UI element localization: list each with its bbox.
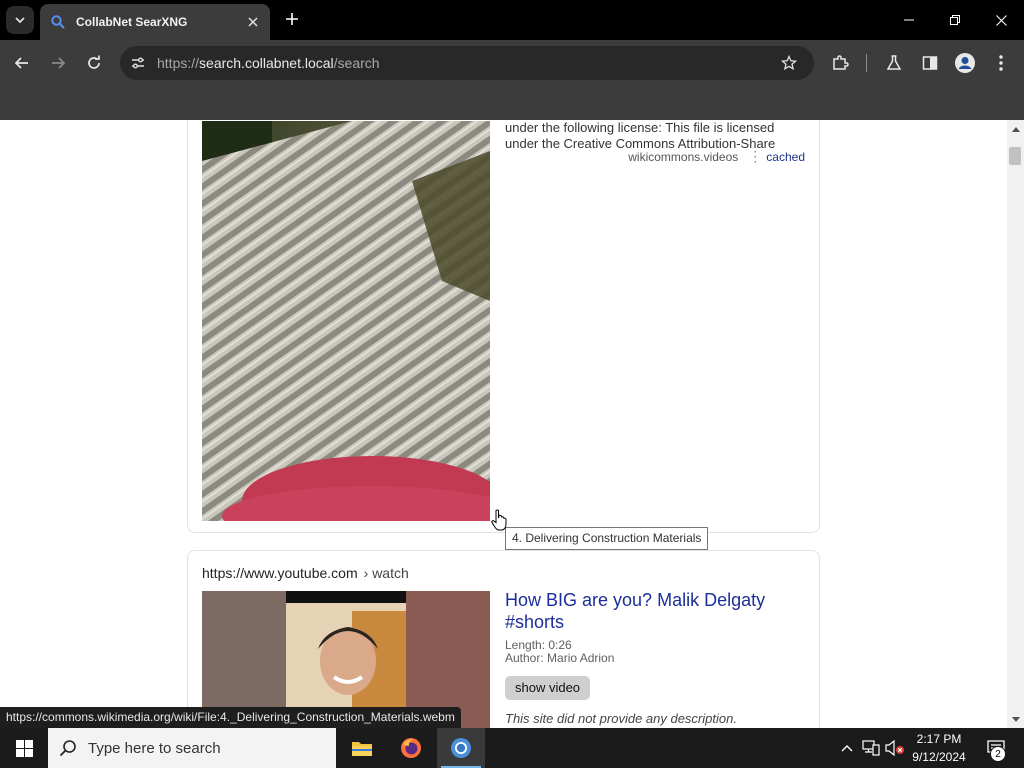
- network-icon[interactable]: [860, 728, 882, 768]
- cached-link[interactable]: cached: [766, 150, 805, 164]
- chevron-down-icon: [15, 17, 25, 24]
- video-length: Length: 0:26: [505, 638, 572, 652]
- restore-icon[interactable]: [932, 0, 978, 40]
- scrollbar-thumb[interactable]: [1009, 147, 1021, 165]
- searxng-favicon-icon: [50, 14, 66, 30]
- chrome-icon[interactable]: [437, 728, 485, 768]
- browser-titlebar: CollabNet SearXNG: [0, 0, 1024, 40]
- result-url[interactable]: https://www.youtube.com › watch: [202, 565, 409, 581]
- show-video-button[interactable]: show video: [505, 676, 591, 700]
- page-scrollbar[interactable]: [1007, 120, 1024, 728]
- windows-start-icon[interactable]: [0, 728, 48, 768]
- scroll-down-arrow-icon[interactable]: [1007, 711, 1024, 728]
- taskbar-search-box[interactable]: Type here to search: [48, 728, 336, 768]
- volume-muted-icon[interactable]: [884, 728, 906, 768]
- taskbar-clock[interactable]: 2:17 PM 9/12/2024: [908, 730, 970, 766]
- labs-flask-icon[interactable]: [883, 52, 905, 74]
- video-thumbnail-construction[interactable]: [202, 121, 490, 521]
- show-hidden-icons-chevron-icon[interactable]: [838, 728, 856, 768]
- window-close-icon[interactable]: [978, 0, 1024, 40]
- separator-dots-icon: ⋮: [748, 148, 763, 164]
- notification-count-badge: 2: [990, 746, 1006, 762]
- file-explorer-icon[interactable]: [338, 728, 386, 768]
- result-meta: wikicommons.videos ⋮ cached: [628, 148, 805, 165]
- kebab-menu-icon[interactable]: [990, 52, 1012, 74]
- tab-collabnet-searxng[interactable]: CollabNet SearXNG: [40, 4, 270, 40]
- result-description: This site did not provide any descriptio…: [505, 711, 737, 726]
- firefox-icon[interactable]: [387, 728, 435, 768]
- reload-icon[interactable]: [80, 49, 108, 77]
- windows-taskbar: Type here to search 2:17 PM 9/12/2024: [0, 728, 1024, 768]
- tab-title: CollabNet SearXNG: [76, 15, 188, 29]
- url-host: search.collabnet.local: [199, 55, 334, 71]
- scroll-up-arrow-icon[interactable]: [1007, 120, 1024, 137]
- back-arrow-icon[interactable]: [8, 49, 36, 77]
- status-bar-url: https://commons.wikimedia.org/wiki/File:…: [0, 707, 461, 728]
- side-panel-icon[interactable]: [919, 52, 941, 74]
- site-info-icon[interactable]: [126, 51, 150, 75]
- bookmark-star-icon[interactable]: [778, 52, 800, 74]
- clock-date: 9/12/2024: [912, 750, 966, 764]
- link-tooltip: 4. Delivering Construction Materials: [505, 527, 709, 550]
- tab-close-icon[interactable]: [244, 13, 262, 31]
- result-title-link[interactable]: How BIG are you? Malik Delgaty #shorts: [505, 589, 805, 633]
- result-card-wikicommons: under the following license: This file i…: [187, 120, 820, 533]
- address-bar[interactable]: https://search.collabnet.local/search: [120, 46, 814, 80]
- result-url-host: https://www.youtube.com: [202, 565, 358, 581]
- taskbar-search-placeholder: Type here to search: [88, 739, 221, 757]
- thumbnail-image: [202, 121, 490, 521]
- profile-avatar-icon[interactable]: [954, 52, 976, 74]
- url-path: /search: [333, 55, 380, 71]
- result-url-path: › watch: [363, 565, 409, 581]
- url-scheme: https://: [157, 55, 200, 71]
- bookmark-bar: [0, 86, 1024, 120]
- new-tab-plus-icon[interactable]: [281, 8, 303, 30]
- tab-search-button[interactable]: [6, 6, 34, 34]
- toolbar-separator: [866, 54, 867, 72]
- extensions-puzzle-icon[interactable]: [829, 52, 851, 74]
- browser-toolbar: https://search.collabnet.local/search: [0, 40, 1024, 86]
- hand-pointer-cursor-icon: [491, 509, 507, 531]
- minimize-icon[interactable]: [886, 0, 932, 40]
- clock-time: 2:17 PM: [916, 732, 962, 746]
- result-engine: wikicommons.videos: [628, 149, 739, 164]
- page-viewport: under the following license: This file i…: [0, 120, 1007, 728]
- video-author: Author: Mario Adrion: [505, 651, 615, 665]
- forward-arrow-icon[interactable]: [44, 49, 72, 77]
- search-icon: [48, 739, 88, 757]
- result-card-youtube: https://www.youtube.com › watch How BIG a…: [187, 550, 820, 728]
- url-text: https://search.collabnet.local/search: [157, 55, 380, 71]
